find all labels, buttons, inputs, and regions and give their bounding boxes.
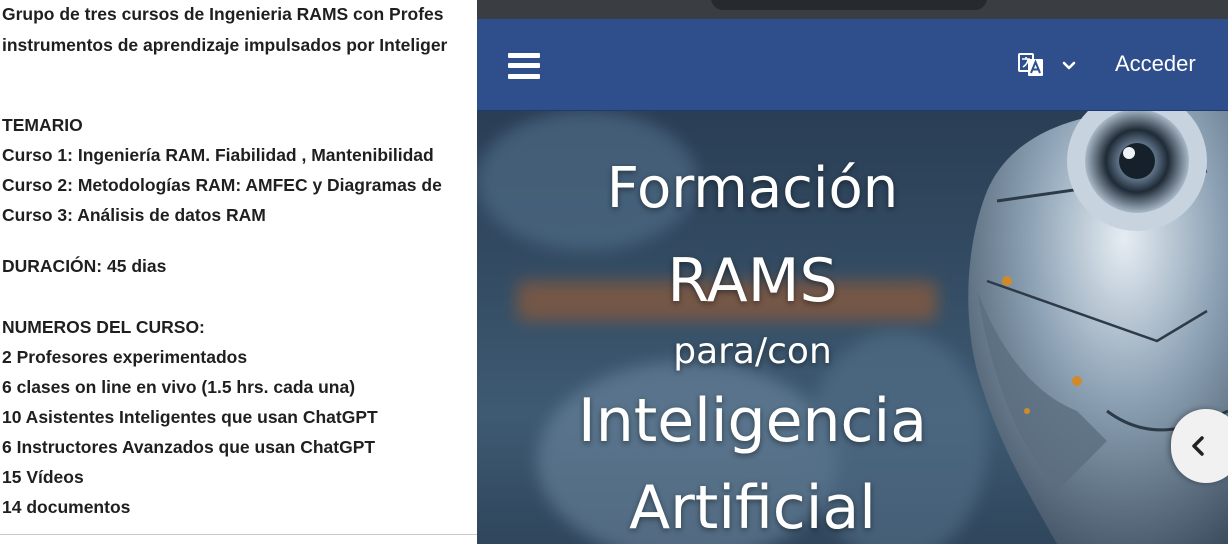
device-notch bbox=[711, 0, 987, 10]
course-item: Curso 1: Ingeniería RAM. Fiabilidad , Ma… bbox=[2, 145, 434, 165]
stat-item: 6 Instructores Avanzados que usan ChatGP… bbox=[2, 437, 376, 457]
hero-title-line: Inteligencia bbox=[578, 386, 927, 456]
hero-title-line: para/con bbox=[673, 331, 832, 372]
stat-item: 10 Asistentes Inteligentes que usan Chat… bbox=[2, 407, 378, 427]
hero-title-line: RAMS bbox=[667, 246, 838, 316]
stat-item: 15 Vídeos bbox=[2, 467, 84, 487]
login-link[interactable]: Acceder bbox=[1115, 51, 1196, 77]
syllabus-heading: TEMARIO bbox=[2, 115, 83, 135]
hero-title-line: Formación bbox=[606, 156, 899, 221]
hero-banner: Formación RAMS para/con Inteligencia Art… bbox=[477, 111, 1228, 544]
intro-line: instrumentos de aprendizaje impulsados p… bbox=[2, 35, 448, 55]
intro-line: Grupo de tres cursos de Ingenieria RAMS … bbox=[2, 4, 444, 24]
site-navbar: Acceder bbox=[477, 19, 1228, 111]
course-item: Curso 2: Metodologías RAM: AMFEC y Diagr… bbox=[2, 175, 442, 195]
chevron-left-icon bbox=[1192, 436, 1204, 456]
stat-item: 2 Profesores experimentados bbox=[2, 347, 248, 367]
hero-title-line: Artificial bbox=[629, 473, 876, 543]
course-item: Curso 3: Análisis de datos RAM bbox=[2, 205, 266, 225]
course-description-document: Grupo de tres cursos de Ingenieria RAMS … bbox=[0, 0, 478, 544]
duration-text: DURACIÓN: 45 dias bbox=[2, 256, 167, 276]
stat-item: 6 clases on line en vivo (1.5 hrs. cada … bbox=[2, 377, 356, 397]
hamburger-menu-icon[interactable] bbox=[508, 53, 540, 79]
device-top-bar bbox=[477, 0, 1228, 19]
stat-item: 14 documentos bbox=[2, 497, 131, 517]
translate-icon[interactable] bbox=[1018, 52, 1044, 78]
divider bbox=[0, 534, 478, 535]
numbers-heading: NUMEROS DEL CURSO: bbox=[2, 317, 205, 337]
mobile-preview-frame: Acceder Formación RAMS para/con Intelige… bbox=[477, 0, 1228, 544]
side-panel-toggle[interactable] bbox=[1171, 409, 1228, 483]
chevron-down-icon[interactable] bbox=[1061, 57, 1077, 73]
